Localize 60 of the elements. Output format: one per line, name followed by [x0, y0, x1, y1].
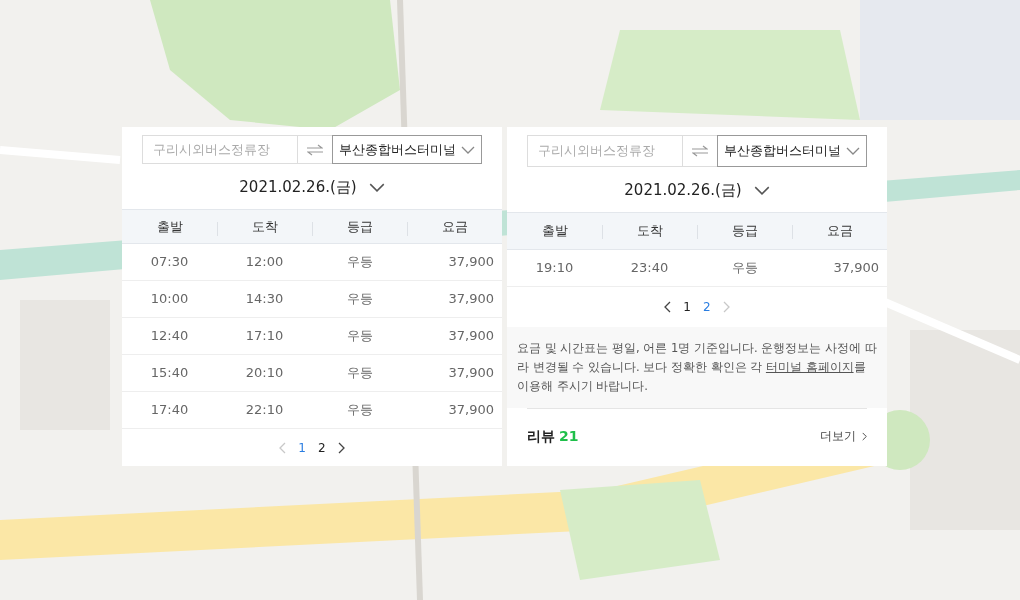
swap-icon[interactable] [692, 145, 708, 157]
column-header: 요금 [441, 217, 468, 236]
table-cell-text: 37,900 [448, 401, 494, 420]
origin-field[interactable]: 구리시외버스정류장 [527, 135, 683, 167]
dropdown-caret-icon [753, 185, 770, 195]
origin-field[interactable]: 구리시외버스정류장 [142, 135, 298, 165]
table-cell-text: 37,900 [448, 253, 494, 272]
column-header: 도착 [251, 217, 278, 236]
table-cell-text: 14:30 [245, 290, 284, 309]
table-cell-text: 37,900 [833, 258, 879, 277]
page-link[interactable]: 1 [298, 438, 306, 457]
review-label: 리뷰 [527, 426, 555, 446]
table-cell-text: 15:40 [150, 364, 189, 383]
chevron-right-icon [862, 431, 867, 441]
table-cell-text: 37,900 [448, 327, 494, 346]
terminal-homepage-link[interactable]: 터미널 홈페이지 [765, 359, 854, 374]
notice-text: 요금 및 시간표는 평일, 어른 1명 기준입니다. 운행정보는 사정에 따라 변경될 수 있습니다. 보다 정확한 확인은 각 터미널 홈페이지 를 이용해 주시기 바랍니다. [517, 339, 877, 395]
date-selector[interactable]: 2021.02.26.(금) [624, 179, 770, 202]
table-cell-text: 17:40 [150, 401, 189, 420]
table-cell-text: 22:10 [245, 401, 284, 420]
dropdown-caret-icon [846, 147, 860, 155]
schedule-row[interactable]: 19:10 23:40 우등 37,900 [507, 249, 887, 287]
destination-dropdown[interactable]: 부산종합버스터미널 [717, 135, 867, 167]
destination-dropdown[interactable]: 부산종합버스터미널 [332, 135, 482, 165]
review-count: 21 [559, 426, 579, 446]
column-header: 출발 [156, 217, 183, 236]
more-link[interactable]: 더보기 [820, 427, 867, 445]
table-cell-text: 20:10 [245, 364, 284, 383]
dropdown-caret-icon [368, 183, 385, 193]
column-header: 등급 [346, 217, 373, 236]
table-cell-text: 우등 [346, 327, 373, 346]
table-cell-text: 우등 [346, 290, 373, 309]
table-cell-text: 우등 [346, 364, 373, 383]
page-link[interactable]: 2 [703, 297, 711, 316]
table-cell-text: 12:00 [245, 253, 284, 272]
date-selector[interactable]: 2021.02.26.(금) [239, 176, 385, 199]
table-cell-text: 12:40 [150, 327, 189, 346]
table-cell-text: 19:10 [535, 258, 574, 277]
swap-icon[interactable] [307, 143, 323, 156]
schedule-row[interactable]: 07:30 12:00 우등 37,900 [122, 244, 502, 282]
schedule-row[interactable]: 10:00 14:30 우등 37,900 [122, 281, 502, 319]
schedule-row[interactable]: 12:40 17:10 우등 37,900 [122, 318, 502, 356]
column-header: 출발 [541, 221, 568, 240]
table-cell-text: 우등 [731, 258, 758, 277]
table-cell-text: 37,900 [448, 290, 494, 309]
column-header: 도착 [636, 221, 663, 240]
page-link[interactable]: 1 [683, 297, 691, 316]
column-header: 등급 [731, 221, 758, 240]
table-cell-text: 23:40 [630, 258, 669, 277]
column-header: 요금 [826, 221, 853, 240]
schedule-row[interactable]: 15:40 20:10 우등 37,900 [122, 355, 502, 393]
table-cell-text: 10:00 [150, 290, 189, 309]
dropdown-caret-icon [461, 145, 475, 154]
table-cell-text: 07:30 [150, 253, 189, 272]
table-cell-text: 우등 [346, 401, 373, 420]
table-cell-text: 37,900 [448, 364, 494, 383]
page-link[interactable]: 2 [318, 438, 326, 457]
schedule-row[interactable]: 17:40 22:10 우등 37,900 [122, 392, 502, 430]
table-cell-text: 17:10 [245, 327, 284, 346]
table-cell-text: 우등 [346, 253, 373, 272]
